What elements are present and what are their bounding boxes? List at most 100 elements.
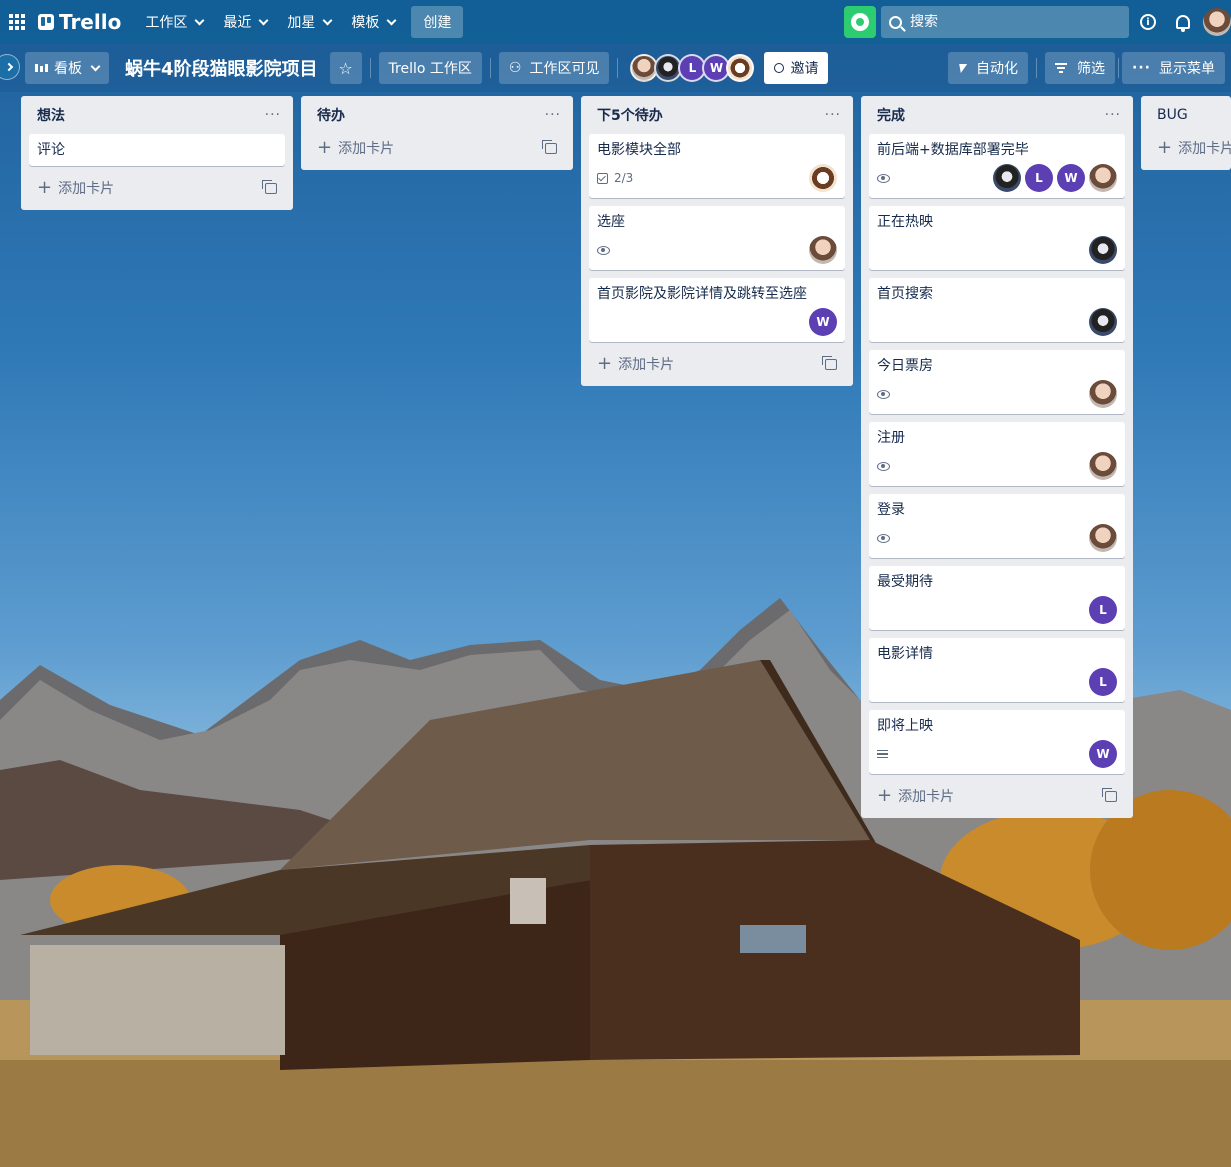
card-template-icon[interactable] [822, 355, 837, 370]
card[interactable]: 即将上映 W [869, 710, 1125, 774]
member-avatar[interactable] [1089, 452, 1117, 480]
app-switcher-icon[interactable] [4, 9, 30, 35]
member-avatar[interactable] [1089, 524, 1117, 552]
create-button[interactable]: 创建 [411, 6, 464, 38]
member-avatar[interactable] [726, 54, 755, 82]
member-avatar[interactable]: W [809, 308, 837, 336]
list-header[interactable]: 下5个待办 ··· [589, 96, 845, 134]
board-lists: 想法 ··· 评论 + 添加卡片 待办 ··· + 添加卡片 下5个待办 ··· [21, 96, 1231, 818]
search-box[interactable] [881, 6, 1129, 38]
card[interactable]: 正在热映 [869, 206, 1125, 270]
list-title[interactable]: 下5个待办 [597, 105, 663, 125]
add-card-label: 添加卡片 [58, 181, 115, 197]
list-title[interactable]: BUG [1157, 107, 1188, 123]
card-template-icon[interactable] [542, 139, 557, 154]
card[interactable]: 首页影院及影院详情及跳转至选座 W [589, 278, 845, 342]
list-menu-icon[interactable]: ··· [825, 107, 841, 123]
board-view-label: 看板 [54, 61, 82, 77]
search-icon [889, 15, 902, 29]
bell-icon [1176, 15, 1190, 32]
visibility-button[interactable]: ⚇ 工作区可见 [498, 52, 610, 84]
card[interactable]: 今日票房 [869, 350, 1125, 414]
plus-icon: + [317, 137, 333, 158]
card-badges: L [877, 596, 1117, 624]
add-card-button[interactable]: + 添加卡片 [1149, 134, 1231, 162]
member-avatar[interactable] [1089, 164, 1117, 192]
list-title[interactable]: 完成 [877, 105, 905, 125]
member-avatar[interactable]: W [1089, 740, 1117, 768]
card-template-icon[interactable] [1102, 787, 1117, 802]
automation-button[interactable]: 自动化 [948, 52, 1029, 84]
star-board-button[interactable]: ☆ [329, 52, 362, 84]
chevron-down-icon [322, 15, 333, 25]
lightning-icon [956, 63, 968, 73]
member-avatar[interactable] [809, 236, 837, 264]
list-title[interactable]: 待办 [317, 105, 345, 125]
card-template-icon[interactable] [262, 179, 277, 194]
info-button[interactable]: i [1132, 6, 1164, 38]
member-avatar[interactable]: L [1089, 668, 1117, 696]
list-menu-icon[interactable]: ··· [1105, 107, 1121, 123]
plus-icon: + [877, 785, 893, 806]
list-header[interactable]: 完成 ··· [869, 96, 1125, 134]
card-members: L [1089, 668, 1117, 696]
card-badges [597, 236, 837, 264]
card[interactable]: 注册 [869, 422, 1125, 486]
card[interactable]: 最受期待 L [869, 566, 1125, 630]
add-card-button[interactable]: + 添加卡片 [309, 134, 565, 162]
show-menu-button[interactable]: ··· 显示菜单 [1122, 52, 1225, 84]
add-card-button[interactable]: + 添加卡片 [589, 350, 845, 378]
card-badges [877, 236, 1117, 264]
card-title: 今日票房 [877, 358, 933, 374]
card[interactable]: 首页搜索 [869, 278, 1125, 342]
member-avatar[interactable] [1089, 236, 1117, 264]
nav-workspaces[interactable]: 工作区 [135, 6, 213, 38]
trello-logo-icon [38, 14, 54, 30]
member-avatar[interactable]: L [1025, 164, 1053, 192]
card[interactable]: 电影模块全部 2/3 [589, 134, 845, 198]
add-card-label: 添加卡片 [898, 789, 955, 805]
card[interactable]: 前后端+数据库部署完毕 L W [869, 134, 1125, 198]
list-menu-icon[interactable]: ··· [265, 107, 281, 123]
card[interactable]: 登录 [869, 494, 1125, 558]
card-members [809, 236, 837, 264]
divider [617, 58, 619, 78]
workspace-button[interactable]: Trello 工作区 [378, 52, 482, 84]
filter-icon [1055, 63, 1068, 73]
board-view-switcher[interactable]: 看板 [25, 52, 109, 84]
trello-logo[interactable]: Trello [38, 10, 121, 34]
member-avatar[interactable]: L [1089, 596, 1117, 624]
board-title[interactable]: 蜗牛4阶段猫眼影院项目 [125, 55, 318, 81]
card[interactable]: 电影详情 L [869, 638, 1125, 702]
account-avatar[interactable] [1203, 8, 1231, 36]
filter-button[interactable]: 筛选 [1045, 52, 1116, 84]
sidebar-toggle-button[interactable] [0, 54, 20, 80]
member-avatar[interactable] [809, 164, 837, 192]
list-title[interactable]: 想法 [37, 105, 65, 125]
list-menu-icon[interactable]: ··· [545, 107, 561, 123]
list-header[interactable]: BUG [1149, 96, 1231, 134]
notifications-button[interactable] [1167, 6, 1199, 38]
nav-menu: 工作区 最近 加星 模板 创建 [135, 6, 464, 38]
member-avatar[interactable] [1089, 380, 1117, 408]
invite-button[interactable]: 邀请 [764, 52, 829, 84]
card[interactable]: 选座 [589, 206, 845, 270]
nav-recent[interactable]: 最近 [213, 6, 277, 38]
member-avatar[interactable] [993, 164, 1021, 192]
member-avatar[interactable] [1089, 308, 1117, 336]
add-card-button[interactable]: + 添加卡片 [869, 782, 1125, 810]
member-avatar[interactable]: W [1057, 164, 1085, 192]
board-header: 看板 蜗牛4阶段猫眼影院项目 ☆ Trello 工作区 ⚇ 工作区可见 L W … [0, 44, 1231, 92]
card[interactable]: 评论 [29, 134, 285, 166]
plus-icon: + [1157, 137, 1173, 158]
add-card-button[interactable]: + 添加卡片 [29, 174, 285, 202]
list-header[interactable]: 想法 ··· [29, 96, 285, 134]
nav-templates[interactable]: 模板 [341, 6, 405, 38]
extension-button[interactable] [844, 6, 876, 38]
list: 想法 ··· 评论 + 添加卡片 [21, 96, 293, 210]
list: 下5个待办 ··· 电影模块全部 2/3 选座 首页影院及影院详情及跳转至选座 … [581, 96, 853, 386]
list-header[interactable]: 待办 ··· [309, 96, 565, 134]
nav-starred[interactable]: 加星 [277, 6, 341, 38]
divider [1118, 58, 1120, 78]
search-input[interactable] [910, 14, 1110, 30]
